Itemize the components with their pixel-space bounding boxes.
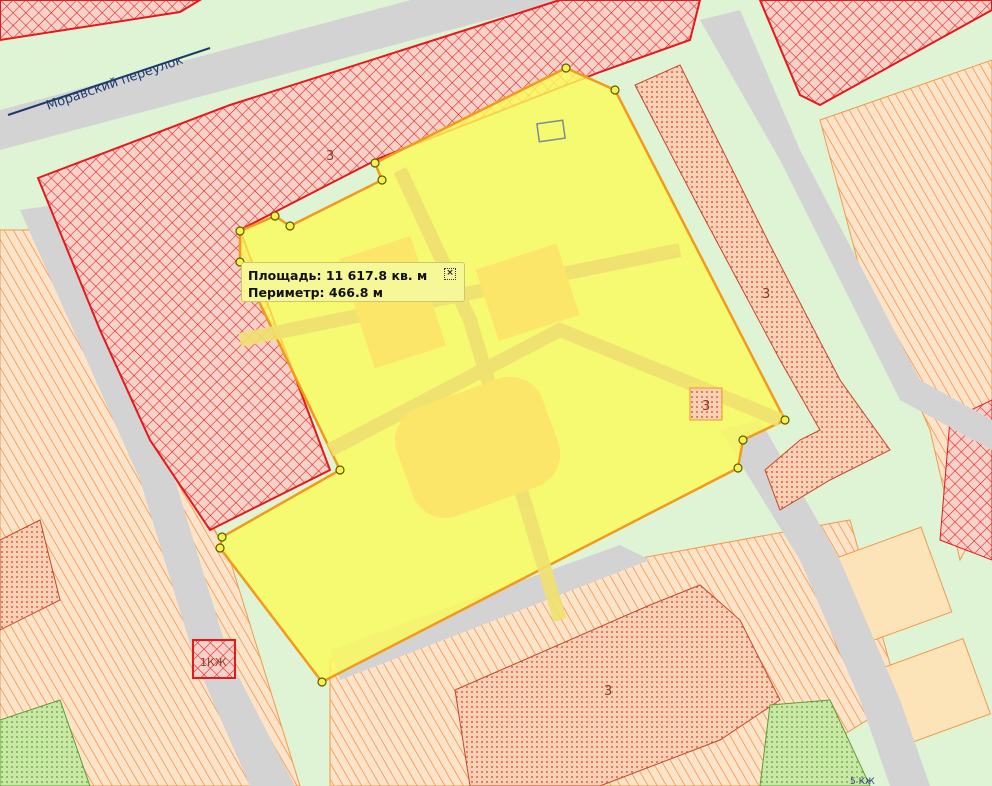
corner-text: 5 КЖ (850, 777, 875, 786)
map-svg[interactable]: Моравский переулок 3 3 3 3 1КЖ 5 КЖ (0, 0, 992, 786)
building-number: 3 (326, 149, 334, 164)
measure-tooltip: Площадь: 11 617.8 кв. м Периметр: 466.8 … (241, 262, 465, 302)
area-value: 11 617.8 кв. м (325, 268, 428, 283)
building-number: 3 (762, 287, 770, 302)
building-number: 3 (604, 684, 612, 699)
area-row: Площадь: 11 617.8 кв. м (248, 267, 458, 284)
perimeter-row: Периметр: 466.8 м (248, 284, 458, 301)
map-canvas[interactable]: Моравский переулок 3 3 3 3 1КЖ 5 КЖ Площ… (0, 0, 992, 786)
area-label: Площадь: (248, 268, 322, 283)
perimeter-value: 466.8 м (328, 285, 384, 300)
perimeter-label: Периметр: (248, 285, 325, 300)
building-number: 1КЖ (200, 656, 227, 669)
close-icon[interactable]: × (444, 268, 456, 280)
building-number: 3 (702, 399, 710, 414)
